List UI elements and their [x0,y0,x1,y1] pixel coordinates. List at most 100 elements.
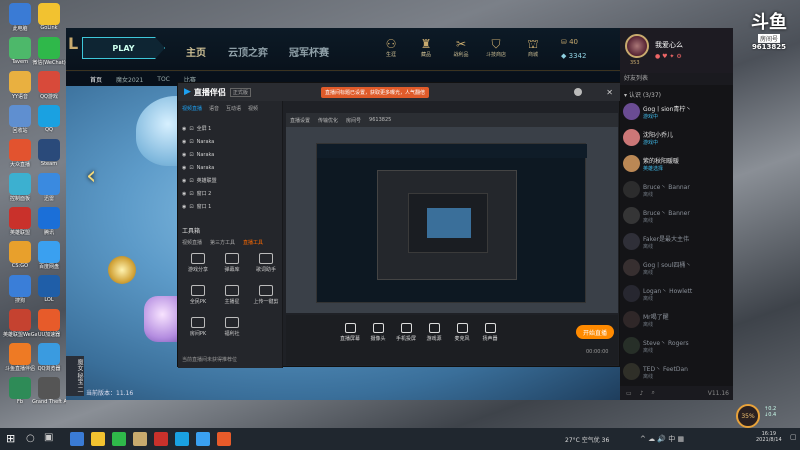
lock-icon[interactable]: ⊡ [189,178,193,184]
friend-item[interactable]: Steve丶 Rogers 离线 [620,334,733,360]
tool-item[interactable]: 主播星 [218,285,246,305]
play-button[interactable]: PLAY [82,37,165,59]
source-item[interactable]: ◉ ⊡ 英雄联盟 [182,175,277,186]
source-button[interactable]: 麦克风 [448,323,476,342]
avatar[interactable] [625,34,649,58]
tab-home[interactable]: 主页 [186,44,206,59]
friend-item[interactable]: 沈阳小乔儿 游戏中 [620,126,733,152]
eye-icon[interactable]: ◉ [182,204,186,210]
tool-item[interactable]: 福利社 [218,317,246,337]
desktop-icon[interactable]: Grand Theft Auto V [32,377,66,405]
tool-item[interactable]: 上传一键剪 [252,285,280,305]
nav-collection[interactable]: ♜ 藏品 [411,37,441,58]
eye-icon[interactable]: ◉ [182,152,186,158]
tab-clash[interactable]: 冠军杯赛 [289,44,329,59]
lock-icon[interactable]: ⊡ [189,191,193,197]
lock-icon[interactable]: ⊡ [189,139,193,145]
lol-client-icon[interactable] [154,432,168,446]
nav-store[interactable]: ⛫ 商城 [518,37,548,58]
stream-app-icon[interactable] [175,432,189,446]
friend-item[interactable]: Bruce丶 Bannar 离线 [620,178,733,204]
tab-video[interactable]: 视频直播 [182,105,202,112]
toolbox-tab[interactable]: 视频直播 [182,239,202,246]
room-info-item[interactable]: 直播设置 [290,117,310,124]
toolbox-tab[interactable]: 直播工具 [243,239,263,246]
tool-item[interactable]: 弹幕库 [218,253,246,273]
lock-icon[interactable]: ⊡ [189,152,193,158]
source-button[interactable]: 扬声器 [476,323,504,342]
friend-item[interactable]: Logan丶 Howlett 离线 [620,282,733,308]
weather-widget[interactable]: 27°C 空气优 36 [565,435,609,444]
tab-voice[interactable]: 语音 [209,105,219,112]
tab-tft[interactable]: 云顶之弈 [228,44,268,59]
task-view-icon[interactable]: ▣ [44,432,53,443]
desktop-icon[interactable]: 微信(WeChat) [32,37,66,66]
eye-icon[interactable]: ◉ [182,191,186,197]
source-button[interactable]: 直播屏幕 [336,323,364,342]
desktop-icon[interactable]: Steam [32,139,66,167]
windows-start-icon[interactable]: ⊞ [6,432,15,445]
source-button[interactable]: 手机投屏 [392,323,420,342]
start-stream-button[interactable]: 开始直播 [576,325,614,339]
eye-icon[interactable]: ◉ [182,139,186,145]
other-app-icon[interactable] [217,432,231,446]
friend-group[interactable]: ▾ 认识 (3/37) [624,90,661,99]
preview-area[interactable]: 直播设置 传输优化 房间号 9613825 [286,113,618,313]
desktop-icon[interactable]: UU加速器 [32,309,66,338]
tray-icons[interactable]: ^ ☁ 🔊 中 ▦ [640,434,684,444]
source-item[interactable]: ◉ ⊡ Naraka [182,136,277,147]
tab-interact[interactable]: 互动语 [226,105,241,112]
close-icon[interactable]: ✕ [606,88,613,97]
room-info-item[interactable]: 传输优化 [318,117,338,124]
tool-item[interactable]: 全民PK [184,285,212,305]
tab-video2[interactable]: 视频 [248,105,258,112]
clock[interactable]: 16:19 2021/8/14 [756,431,782,443]
desktop-icon[interactable]: GoLink [32,3,66,31]
chat-icon[interactable]: ▭ [626,390,632,397]
mic-icon[interactable]: ♪ [640,390,644,397]
folder-icon[interactable] [91,432,105,446]
side-banner[interactable]: 魔女 秘宝 二 [66,356,84,396]
wechat-icon[interactable] [112,432,126,446]
friend-item[interactable]: TED丶 FeetDan 离线 [620,360,733,386]
tool-item[interactable]: 歌词助手 [252,253,280,273]
browser-icon[interactable] [70,432,84,446]
nav-shop2[interactable]: ⛉ 斗技商店 [481,37,511,58]
douyu-icon[interactable] [196,432,210,446]
search-icon[interactable]: ⌕ [652,389,655,397]
source-button[interactable]: 游戏源 [420,323,448,342]
desktop-icon[interactable]: 百度网盘 [32,241,66,270]
source-item[interactable]: ◉ ⊡ 窗口 1 [182,201,277,212]
tool-item[interactable]: 游戏分享 [184,253,212,273]
tool-item[interactable]: 房间PK [184,317,212,337]
eye-icon[interactable]: ◉ [182,178,186,184]
desktop-icon[interactable]: QQ [32,105,66,133]
subnav-item[interactable]: TOC [157,76,170,83]
desktop-icon[interactable]: LOL [32,275,66,303]
source-item[interactable]: ◉ ⊡ 窗口 2 [182,188,277,199]
subnav-item[interactable]: 首页 [90,75,102,84]
cpu-gauge[interactable]: 35% [736,404,760,428]
source-item[interactable]: ◉ ⊡ Naraka [182,162,277,173]
source-item[interactable]: ◉ ⊡ Naraka [182,149,277,160]
subnav-item[interactable]: 魔女2021 [116,75,143,84]
friend-item[interactable]: Faker是最大主伟 离线 [620,230,733,256]
source-item[interactable]: ◉ ⊡ 全屏 1 [182,123,277,134]
search-icon[interactable]: ○ [26,433,35,444]
friend-item[interactable]: Gog丨soul四桶丶 离线 [620,256,733,282]
eye-icon[interactable]: ◉ [182,126,186,132]
friend-item[interactable]: Mr喝了醒 离线 [620,308,733,334]
toolbox-tab[interactable]: 第三方工具 [210,239,235,246]
desktop-icon[interactable]: QQ游戏 [32,71,66,100]
prev-arrow-icon[interactable]: ‹ [86,161,96,191]
desktop-icon[interactable]: 腾讯 [32,207,66,236]
lol-icon[interactable] [133,432,147,446]
notification-icon[interactable]: ▢ [790,433,797,441]
friend-item[interactable]: 紫的秋阳暖暖 英雄选择 [620,152,733,178]
source-button[interactable]: 摄像头 [364,323,392,342]
notice-banner[interactable]: 直播间标题已设置，获取更多曝光，人气翻倍 [320,86,429,98]
eye-icon[interactable]: ◉ [182,165,186,171]
friend-item[interactable]: Gog丨sion青柠丶 游戏中 [620,100,733,126]
nav-profile[interactable]: ⚇ 生涯 [376,37,406,58]
desktop-icon[interactable]: QQ浏览器 [32,343,66,372]
